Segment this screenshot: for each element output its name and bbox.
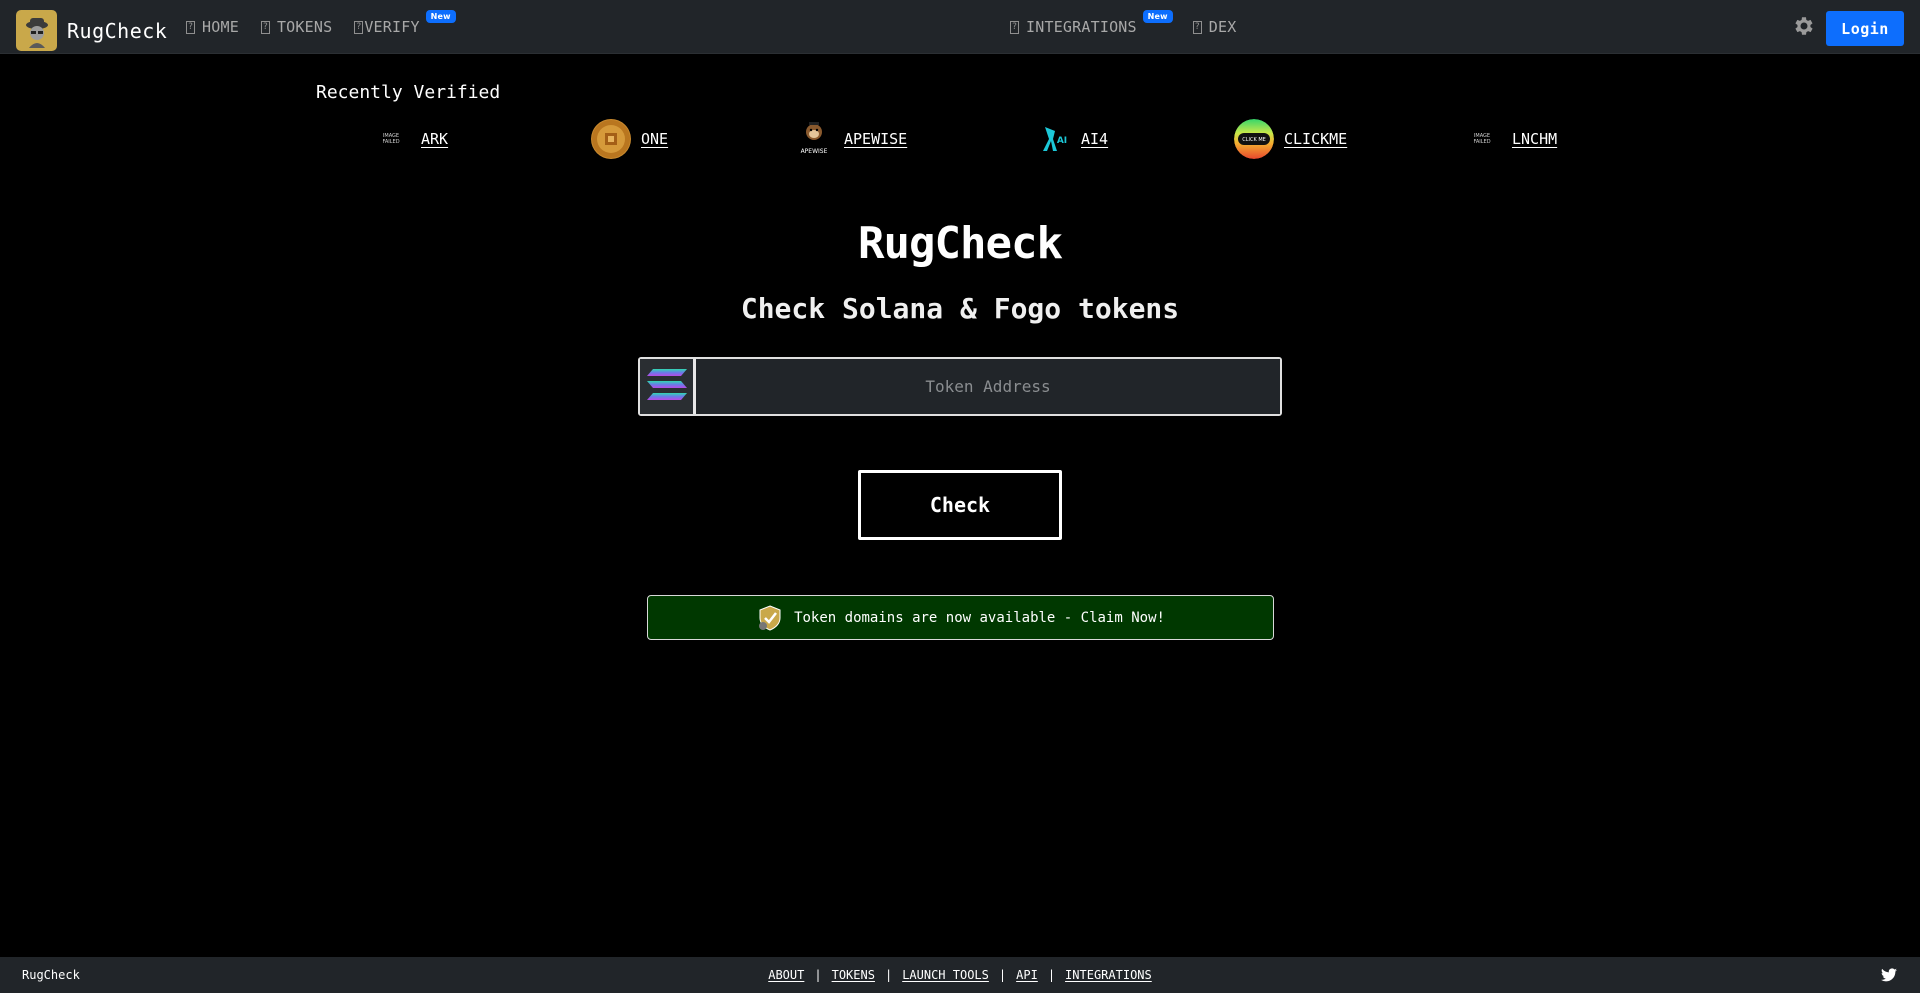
ai-logo-icon: AI — [1031, 119, 1071, 159]
recent-token-apewise[interactable]: APEWISE APEWISE — [794, 119, 907, 159]
twitter-icon[interactable] — [1881, 968, 1897, 982]
nav-dex-label: DEX — [1208, 18, 1237, 36]
rugcheck-logo-icon — [16, 10, 57, 51]
footer: RugCheck ABOUT | TOKENS | LAUNCH TOOLS | API | I… — [0, 957, 1920, 993]
gold-coin-icon — [591, 119, 631, 159]
token-link: LNCHM — [1512, 130, 1558, 148]
token-link: ARK — [421, 130, 449, 148]
nav-left-group: ? HOME ? TOKENS ? VERIFY New — [186, 0, 456, 54]
brand-name: RugCheck — [67, 18, 168, 43]
nav-dex[interactable]: ? DEX — [1192, 18, 1237, 36]
footer-link-tokens[interactable]: TOKENS — [832, 968, 875, 982]
click-me-logo-icon: CLICK ME — [1234, 119, 1274, 159]
nav-tokens-label: TOKENS — [276, 18, 333, 36]
token-address-input[interactable] — [696, 359, 1280, 414]
svg-text:CLICK ME: CLICK ME — [1242, 137, 1266, 143]
gear-icon[interactable] — [1792, 14, 1816, 38]
token-image-placeholder: IMAGE FAILED — [1473, 133, 1491, 145]
token-link: CLICKME — [1284, 130, 1348, 148]
token-link: APEWISE — [844, 130, 908, 148]
recent-token-lnchm[interactable]: IMAGE FAILED LNCHM — [1462, 119, 1557, 159]
new-badge: New — [1142, 10, 1173, 23]
footer-link-launch-tools[interactable]: LAUNCH TOOLS — [902, 968, 989, 982]
login-button[interactable]: Login — [1826, 11, 1904, 46]
solana-icon — [645, 366, 689, 408]
nav-home[interactable]: ? HOME — [186, 18, 239, 36]
nav-verify-label: VERIFY — [364, 18, 420, 36]
nav-home-label: HOME — [202, 18, 239, 36]
recently-verified-heading: Recently Verified — [316, 82, 501, 103]
token-domains-banner[interactable]: Token domains are now available - Claim … — [647, 595, 1274, 640]
shield-check-icon — [756, 604, 784, 632]
tokens-icon: ? — [260, 20, 270, 34]
svg-text:APEWISE: APEWISE — [801, 148, 828, 155]
home-icon: ? — [186, 20, 195, 34]
token-link: AI4 — [1081, 130, 1109, 148]
verify-icon: ? — [354, 20, 364, 34]
banner-text: Token domains are now available - Claim … — [794, 609, 1165, 626]
dex-icon: ? — [1192, 20, 1202, 34]
recent-token-one[interactable]: ONE — [591, 119, 668, 159]
token-search-bar — [638, 357, 1282, 416]
page-title: RugCheck — [858, 218, 1063, 269]
new-badge: New — [425, 10, 456, 23]
ape-logo-icon: APEWISE — [794, 119, 834, 159]
integrations-icon: ? — [1010, 20, 1019, 34]
recent-token-ark[interactable]: IMAGE FAILED ARK — [371, 119, 448, 159]
footer-link-api[interactable]: API — [1016, 968, 1038, 982]
nav-verify[interactable]: ? VERIFY New — [354, 10, 456, 36]
footer-separator: | — [1047, 968, 1056, 982]
footer-link-about[interactable]: ABOUT — [768, 968, 804, 982]
nav-tokens[interactable]: ? TOKENS — [260, 18, 333, 36]
check-button[interactable]: Check — [858, 470, 1062, 540]
token-link: ONE — [641, 130, 669, 148]
footer-separator: | — [884, 968, 893, 982]
svg-text:AI: AI — [1057, 136, 1067, 146]
recent-token-clickme[interactable]: CLICK ME CLICKME — [1234, 119, 1347, 159]
recent-token-ai4[interactable]: AI AI4 — [1031, 119, 1108, 159]
chain-selector-button[interactable] — [640, 359, 696, 414]
page-subtitle: Check Solana & Fogo tokens — [740, 292, 1180, 325]
footer-separator: | — [814, 968, 822, 982]
footer-links: ABOUT | TOKENS | LAUNCH TOOLS | API | INTEGRATIO… — [0, 968, 1920, 982]
token-image-placeholder: IMAGE FAILED — [382, 133, 400, 145]
footer-link-integrations[interactable]: INTEGRATIONS — [1065, 968, 1152, 982]
footer-separator: | — [998, 968, 1007, 982]
brand-link[interactable]: RugCheck — [16, 10, 167, 51]
nav-integrations[interactable]: ? INTEGRATIONS New — [1010, 10, 1173, 36]
nav-center-group: ? INTEGRATIONS New ? DEX — [1010, 0, 1236, 54]
top-navbar: RugCheck ? HOME ? TOKENS ? VERIFY New ? … — [0, 0, 1920, 54]
nav-integrations-label: INTEGRATIONS — [1026, 18, 1137, 36]
